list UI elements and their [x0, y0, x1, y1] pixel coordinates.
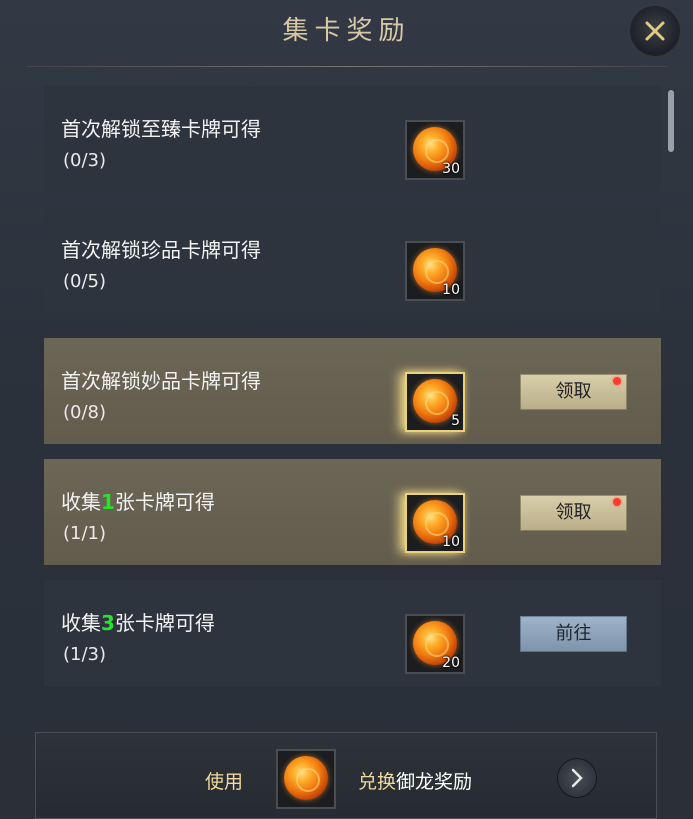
exchange-item-slot[interactable]	[276, 749, 336, 809]
panel-title: 集卡奖励	[282, 16, 411, 46]
dragon-orb-icon	[284, 756, 328, 800]
reward-item-slot[interactable]: 10	[405, 241, 465, 301]
list-scrollbar[interactable]	[668, 90, 674, 152]
reward-row-claimable: 收集1张卡牌可得 (1/1) 10 领取	[44, 459, 661, 565]
close-icon	[645, 21, 665, 41]
reward-item-slot[interactable]: 30	[405, 120, 465, 180]
reward-row: 首次解锁珍品卡牌可得 (0/5) 10	[44, 207, 661, 313]
item-quantity: 30	[442, 161, 460, 177]
exchange-label: 兑换御龙奖励	[358, 771, 473, 793]
reward-item-slot[interactable]: 20	[405, 614, 465, 674]
reward-list: 首次解锁至臻卡牌可得 (0/3) 30 首次解锁珍品卡牌可得 (0/5) 10 …	[44, 86, 661, 696]
reward-progress: (1/3)	[63, 644, 107, 665]
notification-dot	[613, 498, 621, 506]
reward-progress: (0/8)	[63, 402, 107, 423]
reward-progress: (0/5)	[63, 271, 107, 292]
reward-item-slot[interactable]: 10	[405, 493, 465, 553]
notification-dot	[613, 377, 621, 385]
reward-desc: 首次解锁珍品卡牌可得	[61, 238, 261, 262]
claim-button[interactable]: 领取	[520, 495, 627, 531]
item-quantity: 10	[442, 282, 460, 298]
reward-row-claimable: 首次解锁妙品卡牌可得 (0/8) 5 领取	[44, 338, 661, 444]
exchange-bar: 使用 兑换御龙奖励	[35, 732, 657, 819]
title-divider	[26, 66, 668, 67]
item-quantity: 20	[442, 655, 460, 671]
item-quantity: 10	[442, 534, 460, 550]
chevron-right-icon	[571, 768, 583, 788]
use-label: 使用	[205, 771, 244, 793]
reward-panel: 集卡奖励 首次解锁至臻卡牌可得 (0/3) 30 首次解锁珍品卡牌可得 (0/5…	[0, 0, 693, 819]
item-quantity: 5	[451, 413, 460, 429]
reward-progress: (0/3)	[63, 150, 107, 171]
reward-item-slot[interactable]: 5	[405, 372, 465, 432]
reward-row: 收集3张卡牌可得 (1/3) 20 前往	[44, 580, 661, 686]
claim-button[interactable]: 领取	[520, 374, 627, 410]
reward-desc: 首次解锁妙品卡牌可得	[61, 369, 261, 393]
reward-row: 首次解锁至臻卡牌可得 (0/3) 30	[44, 86, 661, 192]
claim-button-label: 领取	[555, 381, 592, 402]
goto-button-label: 前往	[555, 623, 592, 644]
reward-progress: (1/1)	[63, 523, 107, 544]
reward-desc: 首次解锁至臻卡牌可得	[61, 117, 261, 141]
reward-desc: 收集1张卡牌可得	[61, 490, 215, 514]
reward-desc: 收集3张卡牌可得	[61, 611, 215, 635]
claim-button-label: 领取	[555, 502, 592, 523]
exchange-arrow-button[interactable]	[558, 759, 596, 797]
goto-button[interactable]: 前往	[520, 616, 627, 652]
close-button[interactable]	[631, 7, 679, 55]
